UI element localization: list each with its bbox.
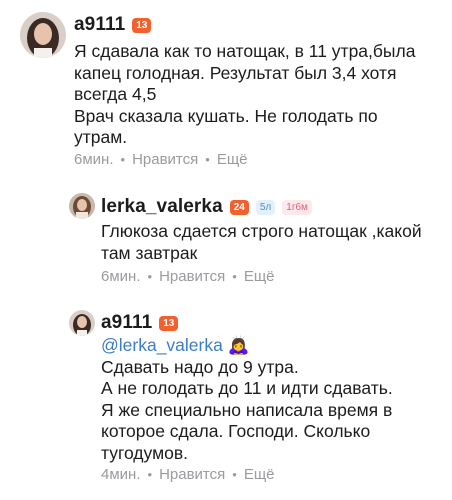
mention-emoji: 🙇‍♀️: [227, 335, 250, 355]
comment-line: Я же специально написала время в: [101, 399, 393, 420]
separator-dot: •: [232, 467, 237, 482]
comment-line: утрам.: [74, 127, 128, 147]
timestamp: 4мин.: [101, 466, 141, 483]
level-badge: 13: [132, 17, 152, 33]
avatar[interactable]: [69, 310, 95, 336]
like-button[interactable]: Нравится: [159, 268, 225, 285]
comment-meta: 6мин. • Нравится • Ещё: [101, 268, 275, 285]
comment-text: Я сдавала как то натощак, в 11 утра,была…: [74, 41, 415, 149]
username[interactable]: a9111: [101, 312, 152, 334]
comment-line: всегда 4,5: [74, 84, 157, 104]
comment-meta: 6мин. • Нравится • Ещё: [74, 151, 248, 168]
separator-dot: •: [147, 269, 153, 284]
username[interactable]: lerka_valerka: [101, 196, 223, 218]
timestamp: 6мин.: [101, 268, 141, 285]
more-button[interactable]: Ещё: [244, 466, 275, 483]
comment-line: @lerka_valerka 🙇‍♀️: [101, 335, 393, 357]
comment-text: @lerka_valerka 🙇‍♀️ Сдавать надо до 9 ут…: [101, 335, 393, 464]
comment-line: Глюкоза сдается строго натощак ,какой: [101, 221, 422, 241]
like-button[interactable]: Нравится: [132, 151, 198, 168]
comment-line: Я сдавала как то натощак, в 11 утра,была: [74, 41, 416, 61]
separator-dot: •: [232, 269, 237, 284]
comment-line: тугодумов.: [101, 442, 188, 463]
avatar[interactable]: [69, 193, 95, 219]
timestamp: 6мин.: [74, 151, 114, 168]
separator-dot: •: [120, 152, 126, 167]
username[interactable]: a9111: [74, 14, 125, 36]
comment-line: там завтрак: [101, 242, 198, 263]
comment-line: Сдавать надо до 9 утра.: [101, 356, 299, 377]
like-button[interactable]: Нравится: [159, 466, 225, 483]
child-age-badge: 1г6м: [282, 199, 312, 215]
comment-line: капец голодная. Результат был 3,4 хотя: [74, 62, 397, 83]
level-badge: 13: [159, 315, 179, 331]
comment-line: которое сдала. Господи. Сколько: [101, 421, 371, 441]
comment-line: Врач сказала кушать. Не голодать по: [74, 105, 378, 126]
comment-text: Глюкоза сдается строго натощак ,какой та…: [101, 221, 422, 264]
separator-dot: •: [205, 152, 210, 167]
tenure-badge: 5л: [255, 199, 276, 215]
separator-dot: •: [147, 467, 153, 482]
comment-meta: 4мин. • Нравится • Ещё: [101, 466, 275, 483]
avatar[interactable]: [20, 12, 66, 58]
more-button[interactable]: Ещё: [217, 151, 248, 168]
mention-link[interactable]: @lerka_valerka: [101, 335, 223, 355]
more-button[interactable]: Ещё: [244, 268, 275, 285]
level-badge: 24: [229, 199, 249, 215]
comment-line: А не голодать до 11 и идти сдавать.: [101, 378, 393, 398]
